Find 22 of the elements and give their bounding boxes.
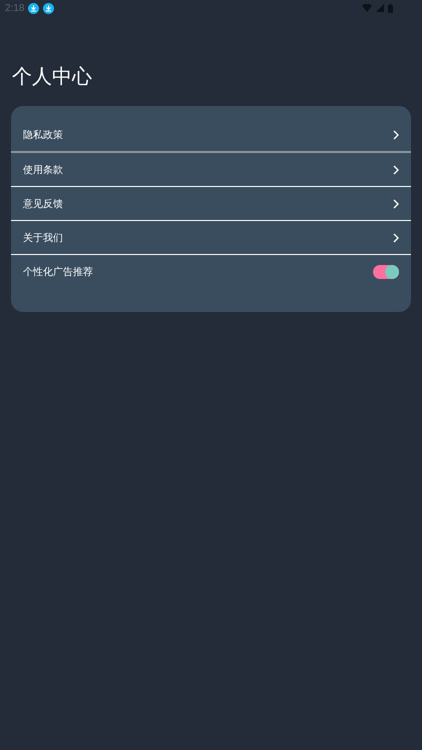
battery-icon <box>388 4 393 12</box>
menu-item[interactable]: 个性化广告推荐 <box>11 255 411 288</box>
notification-icon <box>43 2 54 14</box>
menu-label: 个性化广告推荐 <box>23 266 94 278</box>
menu-item[interactable]: 意见反馈 <box>11 187 411 221</box>
status-time: 2:18 <box>5 2 24 14</box>
menu-item[interactable]: 关于我们 <box>11 221 411 255</box>
page-title: 个人中心 <box>12 63 93 90</box>
menu-label: 关于我们 <box>23 232 64 244</box>
menu-label: 意见反馈 <box>23 198 64 210</box>
toggle-switch[interactable] <box>373 264 399 278</box>
chevron-right-icon <box>393 130 399 140</box>
chevron-right-icon <box>393 232 399 242</box>
menu-label: 使用条款 <box>23 164 64 176</box>
menu-item[interactable]: 使用条款 <box>11 153 411 187</box>
signal-icon <box>376 4 384 12</box>
wifi-icon <box>362 4 372 12</box>
menu-label: 隐私政策 <box>23 128 64 142</box>
notification-icon <box>28 2 40 14</box>
menu-item[interactable]: 隐私政策 <box>11 118 411 153</box>
chevron-right-icon <box>393 198 399 208</box>
chevron-right-icon <box>393 164 399 174</box>
